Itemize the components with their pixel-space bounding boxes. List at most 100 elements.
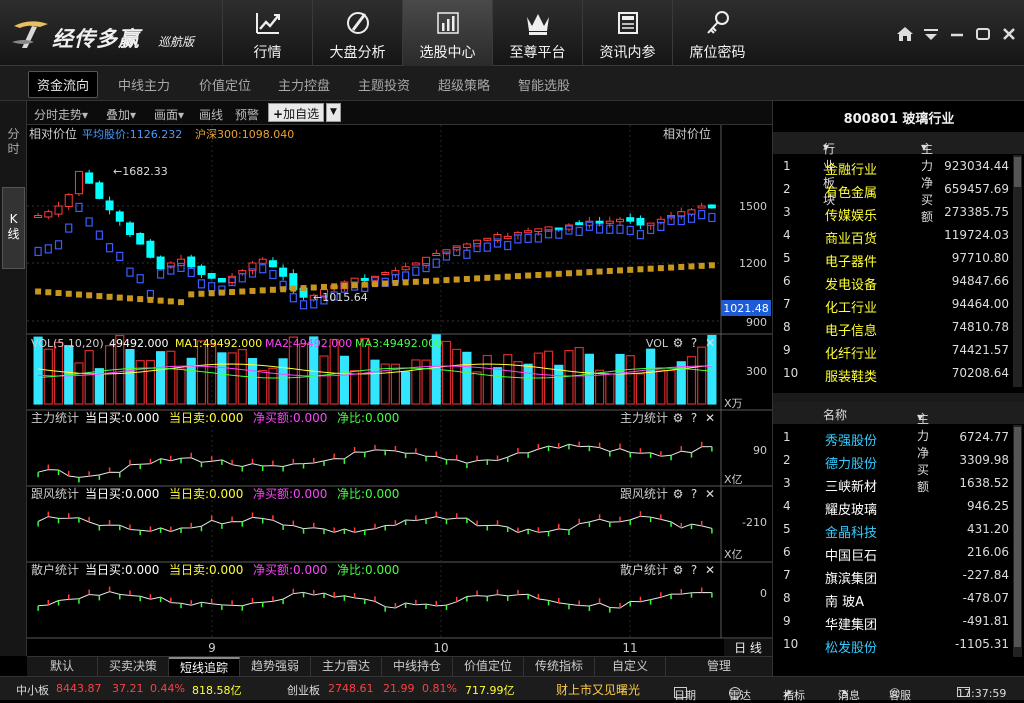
list-row[interactable]: 3 三峡新材 1638.52 <box>773 472 1013 495</box>
intraday-dropdown[interactable]: 分时走势▾ <box>34 106 88 123</box>
tab-traditional[interactable]: 传统指标 <box>524 657 595 676</box>
industry-scrollbar[interactable] <box>1013 155 1022 387</box>
list-row[interactable]: 9 化纤行业 74421.57 <box>773 339 1013 362</box>
tab-kline[interactable]: K 线 <box>2 187 25 269</box>
tab-mid-holding[interactable]: 中线持仓 <box>382 657 453 676</box>
help-icon[interactable]: ? <box>691 411 697 425</box>
list-row[interactable]: 6 发电设备 94847.66 <box>773 270 1013 293</box>
panel-buy: 当日买:0.000 <box>85 487 159 501</box>
tab-custom[interactable]: 自定义 <box>595 657 666 676</box>
row-value: 3309.98 <box>959 453 1009 467</box>
subnav-smart-selection[interactable]: 智能选股 <box>518 75 570 94</box>
gem-label[interactable]: 创业板 <box>287 682 320 698</box>
subnav-super-strategy[interactable]: 超级策略 <box>438 75 490 94</box>
nav-stock-selection[interactable]: 选股中心 <box>402 0 492 66</box>
kline-chart[interactable]: 相对价位 平均股价:1126.232 沪深300:1098.040 相对价位 ←… <box>27 125 772 656</box>
row-name: 耀皮玻璃 <box>825 503 878 518</box>
panel-title: 跟风统计 <box>31 487 79 501</box>
stock-table-header: 名称 主力净买额 ▾ <box>773 402 1024 494</box>
row-rank: 2 <box>783 182 791 196</box>
gear-icon[interactable]: ⚙ <box>673 563 684 577</box>
nav-seat-code[interactable]: 席位密码 <box>672 0 762 66</box>
minimize-icon[interactable] <box>948 26 966 42</box>
row-value: -478.07 <box>962 591 1009 605</box>
nav-market-analysis[interactable]: 大盘分析 <box>312 0 402 66</box>
follower-panel-labels: 跟风统计 当日买:0.000 当日卖:0.000 净买额:0.000 净比:0.… <box>31 487 767 561</box>
tab-manage[interactable]: 管理 <box>666 657 772 676</box>
news-ticker[interactable]: 财上市又见曙光 <box>556 681 640 698</box>
tab-intraday[interactable]: 分 时 <box>2 127 25 161</box>
gear-icon[interactable]: ⚙ <box>673 336 684 350</box>
list-row[interactable]: 5 金晶科技 431.20 <box>773 518 1013 541</box>
row-rank: 7 <box>783 568 791 582</box>
list-row[interactable]: 1 秀强股份 6724.77 <box>773 426 1013 449</box>
volume-bar <box>156 351 166 405</box>
gear-icon[interactable]: ⚙ <box>673 487 684 501</box>
hs300-mark <box>96 293 103 300</box>
vol-label: VOL(5,10,20) <box>31 337 104 350</box>
hs300-mark <box>668 264 675 271</box>
help-icon[interactable]: ? <box>691 563 697 577</box>
list-row[interactable]: 6 中国巨石 216.06 <box>773 541 1013 564</box>
list-row[interactable]: 7 化工行业 94464.00 <box>773 293 1013 316</box>
col-name[interactable]: 名称 <box>823 406 847 423</box>
list-row[interactable]: 10 服装鞋类 70208.64 <box>773 362 1013 385</box>
panel-buy: 当日买:0.000 <box>85 563 159 577</box>
tab-trend-strength[interactable]: 趋势强弱 <box>240 657 311 676</box>
candle-body <box>381 272 390 275</box>
plus-icon: + <box>273 107 284 121</box>
list-row[interactable]: 1 金融行业 923034.44 <box>773 155 1013 178</box>
candle-body <box>74 170 83 195</box>
draw-line-button[interactable]: 画线 <box>199 106 223 123</box>
volume-bar <box>523 363 533 405</box>
tab-short-track[interactable]: 短线追踪 <box>169 657 240 676</box>
list-row[interactable]: 2 有色金属 659457.69 <box>773 178 1013 201</box>
stock-scrollbar[interactable] <box>1013 425 1022 657</box>
dropdown-menu-icon[interactable] <box>922 26 940 42</box>
row-name: 中国巨石 <box>825 549 878 564</box>
alert-button[interactable]: 预警 <box>235 106 259 123</box>
list-row[interactable]: 3 传媒娱乐 273385.75 <box>773 201 1013 224</box>
close-icon[interactable]: ✕ <box>705 411 715 425</box>
tab-trade-decision[interactable]: 买卖决策 <box>98 657 169 676</box>
avg-price-mark <box>708 212 716 223</box>
subnav-main-control[interactable]: 主力控盘 <box>278 75 330 94</box>
list-row[interactable]: 2 德力股份 3309.98 <box>773 449 1013 472</box>
overlay-dropdown[interactable]: 叠加▾ <box>106 106 136 123</box>
close-icon[interactable]: ✕ <box>705 563 715 577</box>
add-watchlist-button[interactable]: +加自选 <box>268 103 325 122</box>
home-icon[interactable] <box>896 26 914 42</box>
close-icon[interactable] <box>1000 26 1018 42</box>
row-rank: 10 <box>783 637 799 651</box>
nav-news[interactable]: 资讯内参 <box>582 0 672 66</box>
list-row[interactable]: 7 旗滨集团 -227.84 <box>773 564 1013 587</box>
sme-label[interactable]: 中小板 <box>16 682 49 698</box>
help-icon[interactable]: ? <box>691 487 697 501</box>
gear-icon[interactable]: ⚙ <box>673 411 684 425</box>
help-icon[interactable]: ? <box>691 336 697 350</box>
list-row[interactable]: 4 商业百货 119724.03 <box>773 224 1013 247</box>
tab-main-radar[interactable]: 主力雷达 <box>311 657 382 676</box>
list-row[interactable]: 4 耀皮玻璃 946.25 <box>773 495 1013 518</box>
list-row[interactable]: 9 华建集团 -491.81 <box>773 610 1013 633</box>
candle-body <box>197 265 206 275</box>
subnav-theme-invest[interactable]: 主题投资 <box>358 75 410 94</box>
list-row[interactable]: 8 电子信息 74810.78 <box>773 316 1013 339</box>
subnav-fund-flow[interactable]: 资金流向 <box>28 71 99 98</box>
tab-value-position[interactable]: 价值定位 <box>453 657 524 676</box>
list-row[interactable]: 5 电子器件 97710.80 <box>773 247 1013 270</box>
document-icon <box>618 12 638 34</box>
hs300-mark <box>372 281 378 288</box>
subnav-mid-term-main[interactable]: 中线主力 <box>118 75 170 94</box>
nav-premium-platform[interactable]: 至尊平台 <box>492 0 582 66</box>
subnav-value-position[interactable]: 价值定位 <box>199 75 251 94</box>
close-icon[interactable]: ✕ <box>705 336 715 350</box>
add-watchlist-dropdown[interactable]: ▼ <box>326 103 341 122</box>
close-icon[interactable]: ✕ <box>705 487 715 501</box>
list-row[interactable]: 10 松发股份 -1105.31 <box>773 633 1013 656</box>
screen-dropdown[interactable]: 画面▾ <box>154 106 184 123</box>
list-row[interactable]: 8 南 玻A -478.07 <box>773 587 1013 610</box>
nav-quotes[interactable]: 行情 <box>222 0 312 66</box>
tab-default[interactable]: 默认 <box>27 657 98 676</box>
maximize-icon[interactable] <box>974 26 992 42</box>
